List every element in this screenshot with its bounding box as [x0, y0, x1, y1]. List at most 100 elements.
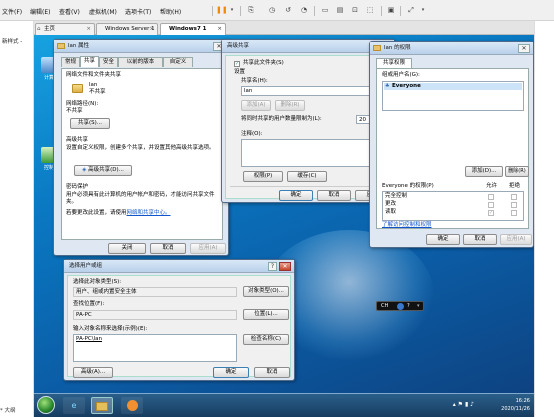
close-button[interactable]: ✕ — [518, 44, 530, 53]
dropdown-arrow-icon[interactable]: ▾ — [418, 5, 428, 15]
clock[interactable]: 16:26 2020/11/26 — [460, 397, 530, 415]
vm-menu-bar: 文件(F) 编辑(E) 查看(V) 虚拟机(M) 选项卡(T) 帮助(H) ❚❚… — [0, 0, 554, 21]
permissions-button[interactable]: 权限(P) — [243, 171, 283, 182]
comment-textarea[interactable] — [241, 139, 385, 167]
tab-general[interactable]: 常规 — [61, 57, 80, 67]
snapshot-icon[interactable]: ◷ — [267, 5, 277, 15]
vm-tab-bar: ⌂ 主页 × Windows Server 1 × Windows7 1 × — [34, 21, 534, 35]
menu-help[interactable]: 帮助(H) — [160, 7, 181, 16]
deny-checkbox[interactable] — [511, 194, 517, 200]
console-icon[interactable]: ▣ — [386, 5, 396, 15]
deny-checkbox[interactable] — [511, 202, 517, 208]
allow-checkbox[interactable]: ✓ — [488, 210, 494, 216]
cancel-button[interactable]: 取消 — [463, 234, 497, 245]
close-icon[interactable]: × — [217, 24, 222, 35]
ie-icon[interactable]: e — [63, 397, 85, 414]
advanced-button[interactable]: 高级(A)... — [73, 367, 113, 378]
section-network-sharing: 网络文件和文件夹共享 — [66, 72, 122, 78]
tab-sharing[interactable]: 共享 — [80, 56, 99, 67]
menu-edit[interactable]: 编辑(E) — [30, 7, 50, 16]
deny-checkbox[interactable] — [511, 210, 517, 216]
host-right-panel — [534, 21, 554, 417]
shield-icon: ◈ — [82, 167, 87, 173]
advanced-sharing-description: 设置自定义权限，创建多个共享，并设置其他高级共享选项。 — [66, 145, 215, 151]
stretch-icon[interactable]: ⤢ — [406, 5, 416, 15]
start-button[interactable] — [37, 396, 55, 414]
tab-windows7[interactable]: Windows7 1 × — [160, 23, 226, 35]
permissions-dialog: lan 的权限 ✕ 共享权限 组或用户名(G): ♣ Everyone 添加(D… — [369, 41, 534, 248]
dropdown-arrow-icon[interactable]: ▾ — [227, 5, 237, 15]
allow-checkbox[interactable] — [488, 202, 494, 208]
thumbnail-icon[interactable]: ▤ — [335, 5, 345, 15]
options-icon[interactable]: ▾ — [417, 302, 420, 311]
properties-dialog: lan 属性 ✕ 常规 共享 安全 以前的版本 自定义 网络文件和文件夹共享 l… — [53, 39, 229, 256]
host-style-label: 新样式 - — [2, 39, 23, 45]
allow-checkbox[interactable] — [488, 194, 494, 200]
tab-customize[interactable]: 自定义 — [163, 57, 193, 67]
close-button[interactable]: ✕ — [279, 262, 291, 271]
pause-icon[interactable]: ❚❚ — [216, 5, 228, 15]
ok-button[interactable]: 确定 — [213, 367, 249, 378]
tab-previous-versions[interactable]: 以前的版本 — [118, 57, 163, 67]
tab-windows-server[interactable]: Windows Server 1 × — [96, 23, 158, 35]
locations-button[interactable]: 位置(L)... — [243, 309, 289, 320]
host-outline-label: * 大纲 — [0, 408, 16, 414]
share-name-label: 共享名(H): — [241, 78, 268, 84]
share-name-dropdown[interactable]: lan ▾ — [241, 86, 385, 96]
menu-file[interactable]: 文件(F) — [2, 7, 22, 16]
cancel-button[interactable]: 取消 — [317, 190, 351, 201]
remove-user-button[interactable]: 删除(R) — [505, 166, 529, 177]
user-list[interactable]: ♣ Everyone — [382, 81, 524, 111]
apply-button[interactable]: 应用(A) — [190, 243, 226, 254]
tab-home[interactable]: ⌂ 主页 × — [35, 23, 95, 35]
comment-label: 注释(O): — [241, 131, 263, 137]
explorer-icon[interactable] — [91, 397, 113, 414]
help-icon[interactable]: ? — [407, 302, 410, 311]
cancel-button[interactable]: 取消 — [254, 367, 290, 378]
help-icon[interactable]: ? — [268, 262, 277, 271]
language-indicator: CH — [381, 303, 389, 309]
ok-button[interactable]: 确定 — [426, 234, 460, 245]
menu-vm[interactable]: 虚拟机(M) — [89, 7, 117, 16]
tab-share-permissions[interactable]: 共享权限 — [376, 58, 412, 68]
tab-security[interactable]: 安全 — [99, 57, 118, 67]
advanced-sharing-button[interactable]: ◈ 高级共享(D)... — [74, 165, 132, 176]
folder-icon — [72, 84, 83, 93]
cancel-button[interactable]: 取消 — [150, 243, 186, 254]
network-sharing-center-link[interactable]: 网络和共享中心。 — [127, 210, 171, 216]
select-users-dialog: 选择用户或组 ? ✕ 选择此对象类型(S): 用户、组或内置安全主体 对象类型(… — [63, 259, 295, 381]
share-folder-label: 共享此文件夹(S) — [243, 60, 284, 66]
object-names-input[interactable]: PA-PC\lan — [73, 334, 237, 362]
folder-name: lan — [89, 82, 98, 88]
separator — [230, 186, 386, 187]
share-button[interactable]: 共享(S)... — [70, 118, 110, 129]
language-bar[interactable]: CH ? ▾ — [376, 301, 424, 311]
close-icon[interactable]: × — [149, 24, 154, 35]
close-icon[interactable]: × — [86, 24, 91, 35]
share-permissions-panel: 组或用户名(G): ♣ Everyone 添加(D)... 删除(R) Ever… — [376, 68, 529, 229]
send-keys-icon[interactable]: ⎘ — [246, 5, 256, 15]
add-share-button[interactable]: 添加(A) — [241, 100, 271, 111]
properties-title-bar: lan 属性 ✕ — [54, 40, 228, 53]
menu-view[interactable]: 查看(V) — [59, 7, 80, 16]
add-user-button[interactable]: 添加(D)... — [465, 166, 503, 177]
access-control-link[interactable]: 了解访问控制和权限 — [382, 222, 432, 229]
menu-tabs[interactable]: 选项卡(T) — [125, 7, 151, 16]
snapshot-manager-icon[interactable]: ◔ — [299, 5, 309, 15]
delete-share-button[interactable]: 删除(R) — [275, 100, 305, 111]
revert-snapshot-icon[interactable]: ↺ — [283, 5, 293, 15]
caching-button[interactable]: 缓存(C) — [287, 171, 327, 182]
sidebar-icon[interactable]: ▭ — [320, 5, 330, 15]
ok-button[interactable]: 确定 — [279, 190, 313, 201]
check-names-button[interactable]: 检查名称(C) — [243, 334, 289, 345]
fit-icon[interactable]: ⊡ — [350, 5, 360, 15]
list-item[interactable]: ♣ Everyone — [384, 83, 522, 90]
close-dialog-button[interactable]: 关闭 — [108, 243, 146, 254]
apply-button[interactable]: 应用(A) — [500, 234, 532, 245]
object-types-button[interactable]: 对象类型(O)... — [243, 286, 289, 297]
fullscreen-icon[interactable]: ⬚ — [365, 5, 375, 15]
user-limit-label: 将同时共享的用户数量限制为(L): — [241, 116, 322, 122]
share-folder-checkbox[interactable]: ✓ — [234, 61, 240, 67]
permission-row: 读取 ✓ — [383, 209, 523, 217]
media-player-icon[interactable] — [121, 397, 143, 414]
